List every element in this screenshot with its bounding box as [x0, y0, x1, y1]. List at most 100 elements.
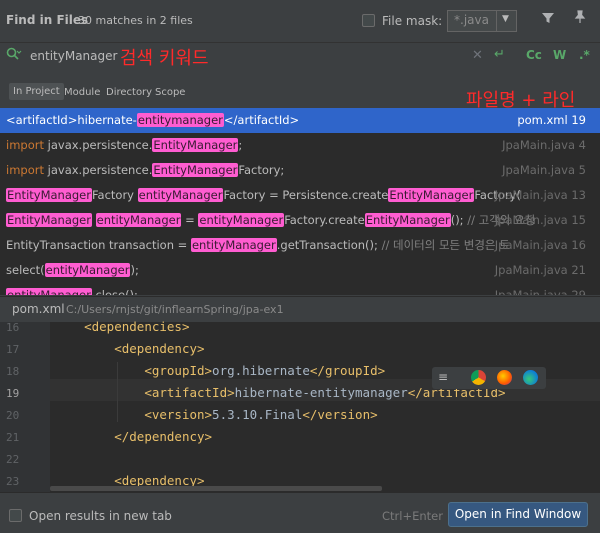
- result-code: EntityTransaction transaction = entityMa…: [6, 233, 510, 258]
- tab-directory[interactable]: Directory: [106, 87, 152, 98]
- result-row[interactable]: <artifactId>hibernate-entitymanager</art…: [0, 108, 600, 133]
- code-line: </dependency>: [114, 429, 213, 444]
- match-highlight: entityManager: [198, 213, 285, 227]
- code-text: .close();: [91, 288, 138, 295]
- code-text: select(: [6, 263, 45, 277]
- preview-file-name: pom.xml: [12, 302, 65, 316]
- match-highlight: EntityManager: [364, 213, 451, 227]
- whole-words-toggle[interactable]: W: [553, 48, 566, 62]
- horizontal-scrollbar[interactable]: [50, 486, 382, 491]
- line-number: 16: [6, 321, 20, 334]
- match-case-toggle[interactable]: Cc: [526, 48, 542, 62]
- line-number: 20: [6, 409, 20, 422]
- match-highlight: EntityManager: [152, 163, 239, 177]
- match-highlight: EntityManager: [388, 188, 475, 202]
- chevron-down-icon[interactable]: ▼: [502, 14, 509, 24]
- code-text: .getTransaction();: [276, 238, 382, 252]
- result-file-line: JpaMain.java 15: [494, 213, 586, 227]
- code-text: EntityTransaction transaction =: [6, 238, 191, 252]
- pin-icon[interactable]: [573, 10, 587, 28]
- result-file-line: JpaMain.java 29: [494, 288, 586, 295]
- match-highlight: entityManager: [95, 213, 182, 227]
- file-mask-label: File mask:: [382, 14, 443, 28]
- line-number: 19: [6, 387, 20, 400]
- match-count: 30 matches in 2 files: [78, 14, 193, 27]
- match-highlight: entityManager: [137, 188, 224, 202]
- open-new-tab-checkbox[interactable]: [9, 509, 22, 522]
- result-code: select(entityManager);: [6, 258, 139, 283]
- line-number: 17: [6, 343, 20, 356]
- result-file-line: pom.xml 19: [517, 113, 586, 127]
- result-row[interactable]: import javax.persistence.EntityManager; J…: [0, 133, 600, 158]
- result-code: <artifactId>hibernate-entitymanager</art…: [6, 108, 299, 133]
- edge-icon[interactable]: [523, 370, 538, 385]
- clear-search-icon[interactable]: ✕: [472, 48, 483, 63]
- result-file-line: JpaMain.java 5: [502, 163, 586, 177]
- result-code: entityManager.close();: [6, 283, 138, 295]
- result-row[interactable]: import javax.persistence.EntityManagerFa…: [0, 158, 600, 183]
- search-input[interactable]: entityManager: [30, 49, 117, 63]
- match-highlight: EntityManager: [6, 188, 92, 202]
- result-row[interactable]: entityManager.close(); JpaMain.java 29: [0, 283, 600, 295]
- comment: // 데이터의 모든 변경은 트: [381, 238, 510, 252]
- dialog-title: Find in Files: [6, 13, 89, 27]
- line-number: 18: [6, 365, 20, 378]
- annotation-keyword: 검색 키워드: [120, 48, 209, 69]
- result-file-line: JpaMain.java 16: [494, 238, 586, 252]
- result-code: EntityManager entityManager = entityMana…: [6, 208, 535, 233]
- line-number: 21: [6, 431, 20, 444]
- code-line: <groupId>org.hibernate</groupId>: [144, 363, 386, 378]
- code-text: </artifactId>: [223, 113, 300, 127]
- tab-module[interactable]: Module: [64, 87, 100, 98]
- code-text: Factory: [91, 188, 138, 202]
- code-text: );: [130, 263, 139, 277]
- result-row[interactable]: select(entityManager); JpaMain.java 21: [0, 258, 600, 283]
- keyword: import: [6, 163, 44, 177]
- keyword: import: [6, 138, 44, 152]
- filter-icon[interactable]: [541, 11, 555, 29]
- code-text: ;: [238, 138, 243, 152]
- match-highlight: entityManager: [6, 288, 92, 295]
- newline-icon[interactable]: ↵: [494, 47, 505, 62]
- result-code: EntityManagerFactory entityManagerFactor…: [6, 183, 521, 208]
- file-mask-value: *.java: [454, 13, 489, 27]
- line-number: 22: [6, 453, 20, 466]
- file-mask-checkbox[interactable]: [362, 14, 375, 27]
- code-text: <artifactId>hibernate-: [6, 113, 137, 127]
- open-in-find-window-button[interactable]: Open in Find Window: [448, 502, 588, 527]
- result-file-line: JpaMain.java 4: [502, 138, 586, 152]
- result-row[interactable]: EntityManager entityManager = entityMana…: [0, 208, 600, 233]
- code-text: =: [181, 213, 199, 227]
- match-highlight: entityManager: [190, 238, 277, 252]
- code-text: ();: [450, 213, 468, 227]
- browser-icons-popup: ≡: [432, 367, 546, 389]
- line-number: 23: [6, 475, 20, 488]
- preview-file-path: C:/Users/rnjst/git/inflearnSpring/jpa-ex…: [66, 303, 284, 316]
- regex-toggle[interactable]: .*: [579, 48, 590, 62]
- result-code: import javax.persistence.EntityManagerFa…: [6, 158, 284, 183]
- result-row[interactable]: EntityManagerFactory entityManagerFactor…: [0, 183, 600, 208]
- tab-in-project[interactable]: In Project: [9, 83, 64, 100]
- code-line: <dependency>: [114, 341, 205, 356]
- code-text: Factory;: [238, 163, 285, 177]
- result-code: import javax.persistence.EntityManager;: [6, 133, 242, 158]
- chrome-icon[interactable]: [471, 370, 486, 385]
- match-highlight: entitymanager: [136, 113, 224, 127]
- result-file-line: JpaMain.java 13: [494, 188, 586, 202]
- open-new-tab-label: Open results in new tab: [29, 509, 172, 523]
- result-row[interactable]: EntityTransaction transaction = entityMa…: [0, 233, 600, 258]
- search-icon[interactable]: [6, 47, 22, 65]
- results-list: <artifactId>hibernate-entitymanager</art…: [0, 108, 600, 295]
- result-file-line: JpaMain.java 21: [494, 263, 586, 277]
- combo-separator: [496, 11, 497, 31]
- match-highlight: EntityManager: [152, 138, 239, 152]
- code-line: <dependencies>: [84, 319, 190, 334]
- match-highlight: EntityManager: [6, 213, 92, 227]
- wrap-icon[interactable]: ≡: [438, 370, 453, 385]
- code-line: <version>5.3.10.Final</version>: [144, 407, 378, 422]
- match-highlight: entityManager: [44, 263, 131, 277]
- firefox-icon[interactable]: [497, 370, 512, 385]
- code-text: javax.persistence.: [43, 163, 153, 177]
- tab-scope[interactable]: Scope: [155, 87, 185, 98]
- code-text: Factory.create: [284, 213, 365, 227]
